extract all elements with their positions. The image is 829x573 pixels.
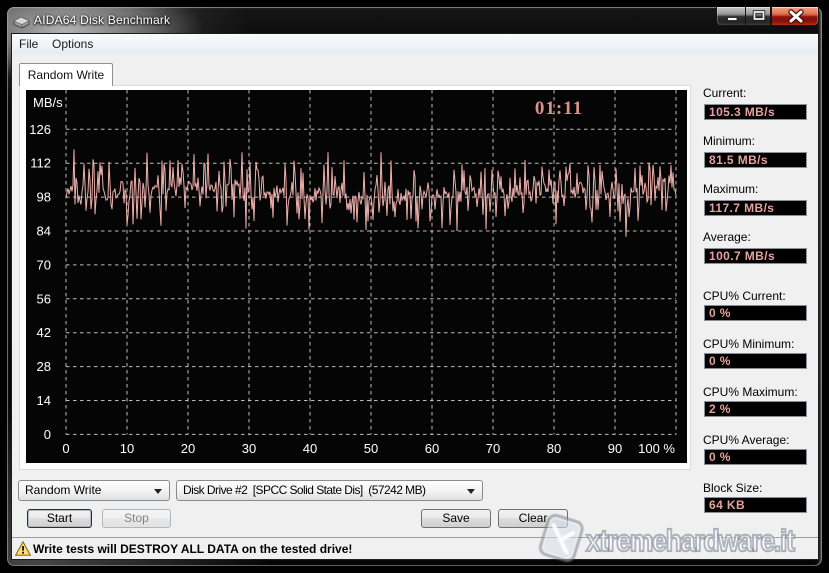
svg-text:42: 42	[37, 325, 51, 340]
svg-text:40: 40	[303, 441, 317, 456]
svg-text:20: 20	[181, 441, 195, 456]
svg-text:90: 90	[608, 441, 622, 456]
svg-text:0: 0	[62, 441, 69, 456]
svg-text:84: 84	[37, 224, 51, 239]
svg-text:60: 60	[425, 441, 439, 456]
svg-text:126: 126	[29, 122, 51, 137]
svg-text:112: 112	[30, 156, 51, 171]
svg-text:28: 28	[37, 359, 51, 374]
svg-text:70: 70	[486, 441, 500, 456]
svg-text:01:11: 01:11	[535, 98, 583, 119]
svg-text:80: 80	[547, 441, 561, 456]
svg-text:56: 56	[37, 291, 51, 306]
svg-text:100 %: 100 %	[638, 441, 675, 456]
svg-text:30: 30	[242, 441, 256, 456]
svg-text:MB/s: MB/s	[33, 95, 63, 110]
svg-text:98: 98	[37, 190, 51, 205]
svg-text:0: 0	[44, 427, 51, 442]
svg-text:50: 50	[364, 441, 378, 456]
svg-text:70: 70	[37, 257, 51, 272]
svg-text:10: 10	[120, 441, 134, 456]
svg-text:14: 14	[37, 393, 51, 408]
